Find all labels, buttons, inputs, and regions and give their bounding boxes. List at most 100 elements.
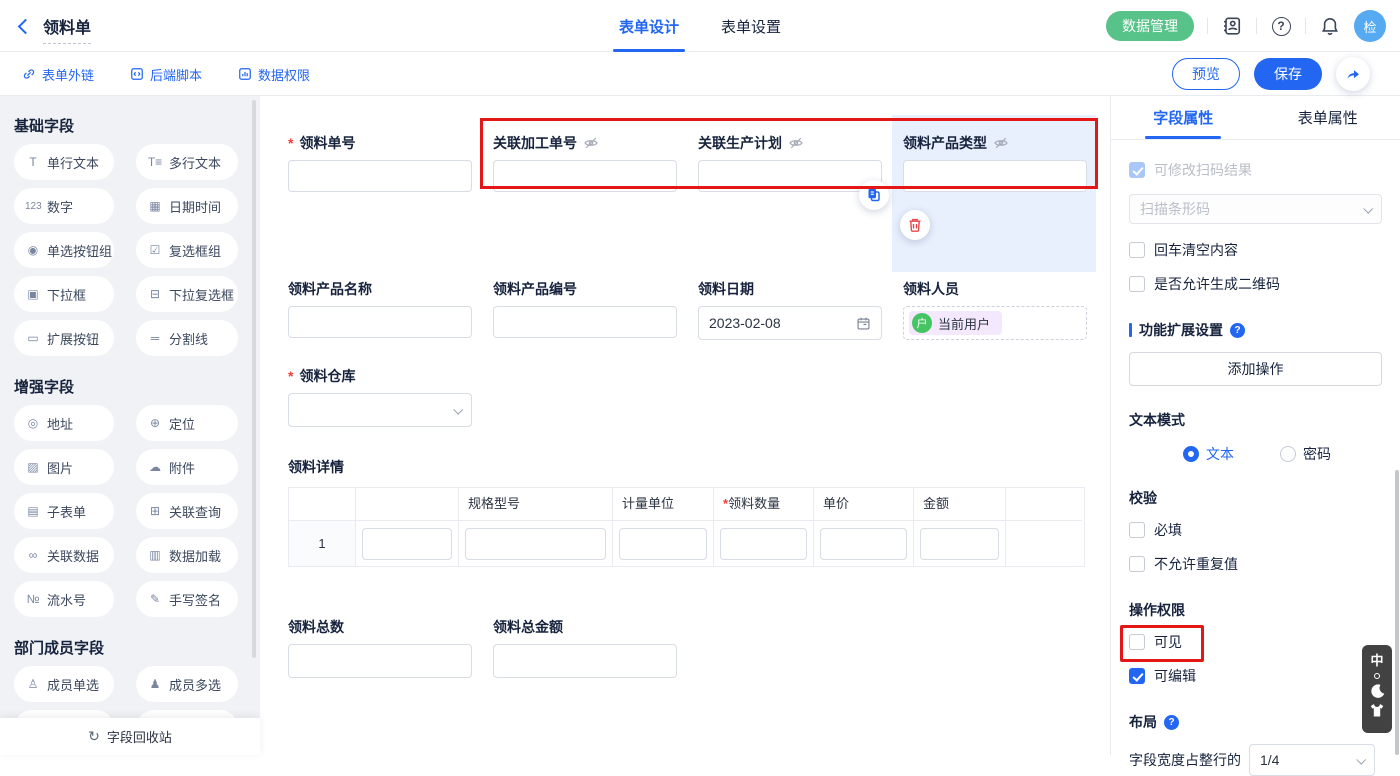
product-type-input[interactable] bbox=[903, 160, 1087, 192]
validation-title: 校验 bbox=[1129, 488, 1157, 508]
sidebar-item-image[interactable]: ▨图片 bbox=[14, 449, 114, 485]
sidebar-item-location[interactable]: ⊕定位 bbox=[136, 405, 238, 441]
person-input[interactable]: 户 当前用户 bbox=[903, 306, 1087, 340]
divider bbox=[1256, 18, 1257, 34]
sidebar-item-member-multi[interactable]: ♟成员多选 bbox=[136, 666, 238, 702]
checkbox-icon: ☑ bbox=[147, 243, 163, 257]
sidebar-item-serial-number[interactable]: №流水号 bbox=[14, 581, 114, 617]
sidebar-scrollbar[interactable] bbox=[252, 100, 256, 658]
scan-type-select: 扫描条形码 bbox=[1129, 194, 1382, 224]
width-label: 字段宽度占整行的 bbox=[1129, 750, 1241, 770]
chevron-down-icon bbox=[1363, 203, 1373, 213]
delete-field-button[interactable] bbox=[900, 210, 930, 240]
dark-mode-moon-icon[interactable] bbox=[1369, 683, 1386, 700]
table-cell-input-amount[interactable] bbox=[920, 528, 999, 560]
sidebar-item-datetime[interactable]: ▦日期时间 bbox=[136, 188, 238, 224]
total-amount-input[interactable] bbox=[493, 644, 677, 678]
table-cell-input-qty[interactable] bbox=[720, 528, 807, 560]
total-quantity-input[interactable] bbox=[288, 644, 472, 678]
theme-shirt-icon[interactable] bbox=[1369, 703, 1385, 718]
field-label: 领料单号 bbox=[299, 133, 355, 153]
window-scrollbar[interactable] bbox=[1395, 470, 1399, 755]
field-total-quantity[interactable]: 领料总数 bbox=[288, 617, 472, 678]
sidebar-item-radio-group[interactable]: ◉单选按钮组 bbox=[14, 232, 114, 268]
single-line-text-icon: T bbox=[25, 155, 41, 169]
field-product-type-selected[interactable]: 领料产品类型 bbox=[903, 133, 1087, 252]
field-product-name[interactable]: 领料产品名称 bbox=[288, 279, 472, 340]
sidebar-item-checkbox-group[interactable]: ☑复选框组 bbox=[136, 232, 238, 268]
table-cell-input-price[interactable] bbox=[820, 528, 907, 560]
field-warehouse[interactable]: *领料仓库 bbox=[288, 366, 472, 427]
bell-icon[interactable] bbox=[1319, 15, 1341, 37]
backend-script-link[interactable]: 后端脚本 bbox=[130, 65, 202, 84]
contact-book-icon[interactable] bbox=[1221, 15, 1243, 37]
help-icon[interactable]: ? bbox=[1270, 15, 1292, 37]
field-width-select[interactable]: 1/4 bbox=[1249, 744, 1375, 776]
col-header bbox=[356, 488, 459, 521]
sidebar-item-number[interactable]: 123数字 bbox=[14, 188, 114, 224]
tab-form-properties[interactable]: 表单属性 bbox=[1256, 96, 1400, 139]
warehouse-select[interactable] bbox=[288, 393, 472, 427]
sidebar-item-subform[interactable]: ▤子表单 bbox=[14, 493, 114, 529]
help-icon[interactable]: ? bbox=[1164, 715, 1179, 730]
requisition-no-input[interactable] bbox=[288, 160, 472, 192]
table-cell-input[interactable] bbox=[362, 528, 452, 560]
editable-checkbox[interactable] bbox=[1129, 668, 1145, 684]
clear-on-enter-checkbox[interactable] bbox=[1129, 242, 1145, 258]
date-input[interactable]: 2023-02-08 bbox=[698, 306, 882, 340]
save-button[interactable]: 保存 bbox=[1254, 58, 1322, 90]
sidebar-item-attachment[interactable]: ☁附件 bbox=[136, 449, 238, 485]
sidebar-item-multi-dropdown[interactable]: ⊟下拉复选框 bbox=[136, 276, 238, 312]
visible-checkbox[interactable] bbox=[1129, 634, 1145, 650]
table-cell-input-unit[interactable] bbox=[619, 528, 707, 560]
related-data-icon: ∞ bbox=[25, 548, 41, 562]
tab-field-properties[interactable]: 字段属性 bbox=[1111, 96, 1256, 139]
field-label: 领料产品名称 bbox=[288, 279, 372, 299]
sidebar-item-address[interactable]: ◎地址 bbox=[14, 405, 114, 441]
add-action-button[interactable]: 添加操作 bbox=[1129, 352, 1382, 386]
related-process-no-input[interactable] bbox=[493, 160, 677, 192]
data-permission-link[interactable]: 数据权限 bbox=[238, 65, 310, 84]
share-button[interactable] bbox=[1336, 57, 1370, 91]
field-total-amount[interactable]: 领料总金额 bbox=[493, 617, 677, 678]
sidebar-item-dropdown[interactable]: ▣下拉框 bbox=[14, 276, 114, 312]
sidebar-item-data-load[interactable]: ▥数据加载 bbox=[136, 537, 238, 573]
sidebar-item-related-query[interactable]: ⊞关联查询 bbox=[136, 493, 238, 529]
field-label: 领料总数 bbox=[288, 617, 344, 637]
field-requisition-date[interactable]: 领料日期 2023-02-08 bbox=[698, 279, 882, 340]
radio-text-mode-password[interactable]: 密码 bbox=[1280, 444, 1331, 464]
language-toggle[interactable]: 中 bbox=[1370, 650, 1383, 669]
data-manage-button[interactable]: 数据管理 bbox=[1106, 11, 1194, 41]
preview-button[interactable]: 预览 bbox=[1172, 58, 1240, 90]
radio-text-mode-text[interactable]: 文本 bbox=[1183, 444, 1234, 464]
sidebar-item-single-line-text[interactable]: T单行文本 bbox=[14, 144, 114, 180]
copy-field-button[interactable] bbox=[859, 180, 889, 210]
sidebar-item-extend-button[interactable]: ▭扩展按钮 bbox=[14, 320, 114, 356]
product-code-input[interactable] bbox=[493, 306, 677, 338]
avatar[interactable]: 检 bbox=[1354, 10, 1386, 42]
table-cell-input-spec[interactable] bbox=[465, 528, 606, 560]
radio-icon: ◉ bbox=[25, 243, 41, 257]
tab-form-settings[interactable]: 表单设置 bbox=[713, 0, 789, 52]
related-production-plan-input[interactable] bbox=[698, 160, 882, 192]
sidebar-item-signature[interactable]: ✎手写签名 bbox=[136, 581, 238, 617]
signature-pen-icon: ✎ bbox=[147, 592, 163, 606]
sidebar-item-related-data[interactable]: ∞关联数据 bbox=[14, 537, 114, 573]
field-product-code[interactable]: 领料产品编号 bbox=[493, 279, 677, 340]
required-checkbox[interactable] bbox=[1129, 522, 1145, 538]
sidebar-item-member-single[interactable]: ♙成员单选 bbox=[14, 666, 114, 702]
allow-qrcode-checkbox[interactable] bbox=[1129, 276, 1145, 292]
help-icon[interactable]: ? bbox=[1230, 323, 1245, 338]
tab-form-design[interactable]: 表单设计 bbox=[611, 0, 687, 52]
sidebar-item-multi-line-text[interactable]: T≡多行文本 bbox=[136, 144, 238, 180]
sidebar-item-divider-line[interactable]: ═分割线 bbox=[136, 320, 238, 356]
field-related-production-plan[interactable]: 关联生产计划 bbox=[698, 133, 882, 252]
field-recycle-bin[interactable]: ↻ 字段回收站 bbox=[0, 718, 260, 755]
field-related-process-no[interactable]: 关联加工单号 bbox=[493, 133, 677, 252]
field-requisition-no[interactable]: *领料单号 bbox=[288, 133, 472, 252]
no-duplicate-checkbox[interactable] bbox=[1129, 556, 1145, 572]
field-requisition-person[interactable]: 领料人员 户 当前用户 bbox=[903, 279, 1087, 340]
number-icon: 123 bbox=[25, 201, 41, 212]
product-name-input[interactable] bbox=[288, 306, 472, 338]
form-external-link[interactable]: 表单外链 bbox=[22, 65, 94, 84]
